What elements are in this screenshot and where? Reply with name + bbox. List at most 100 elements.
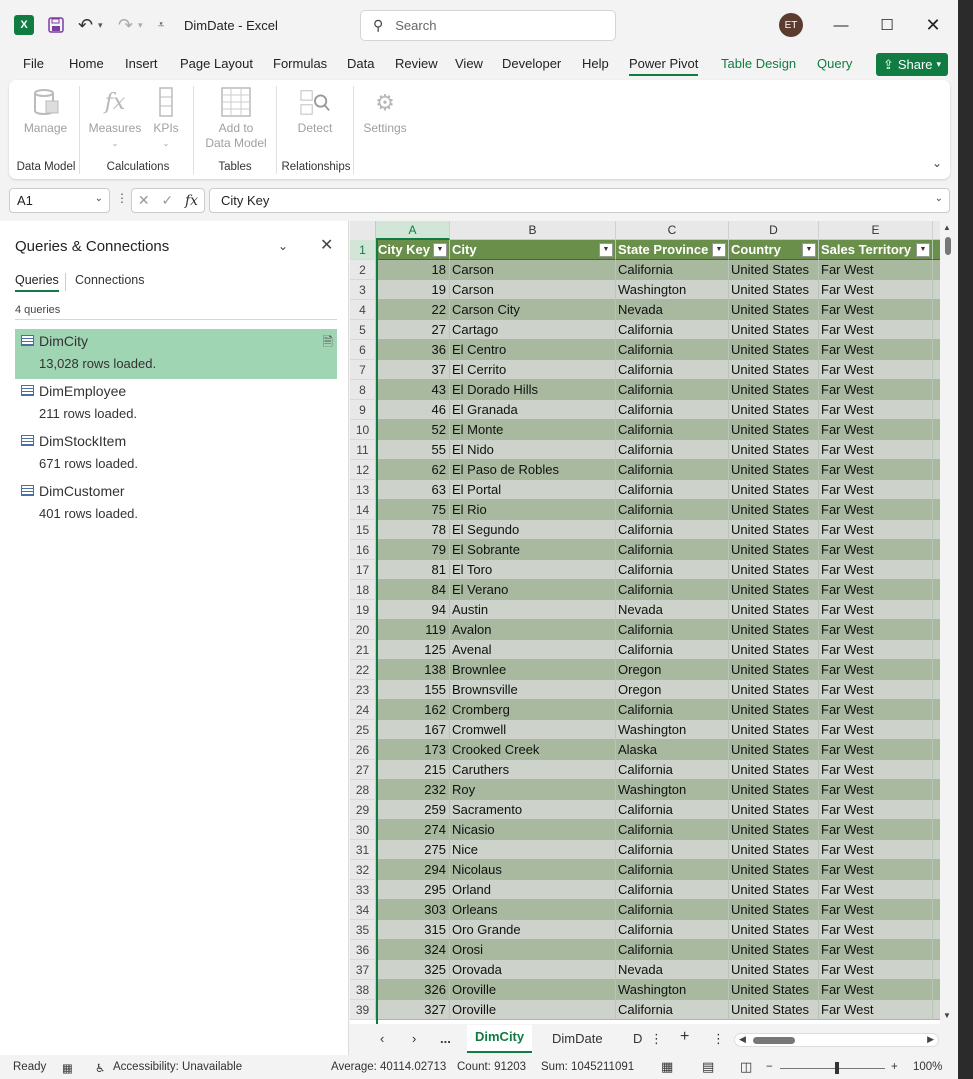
row-number[interactable]: 16 [350,540,376,560]
horizontal-scrollbar[interactable]: ◀ ▶ [734,1033,939,1047]
table-cell[interactable]: United States [729,700,819,720]
table-cell[interactable]: California [616,540,729,560]
page-break-view-icon[interactable]: ◫ [740,1059,752,1075]
row-number[interactable]: 11 [350,440,376,460]
table-cell[interactable]: California [616,560,729,580]
table-cell[interactable] [933,580,940,600]
accessibility-icon[interactable]: ♿ [95,1061,105,1075]
table-cell[interactable]: United States [729,600,819,620]
query-item-dimcustomer[interactable]: DimCustomer 401 rows loaded. [15,479,337,529]
table-cell[interactable]: 173 [376,740,450,760]
table-cell[interactable] [933,880,940,900]
table-cell[interactable]: United States [729,680,819,700]
column-header-cell[interactable]: Country ▼ [729,240,819,260]
table-cell[interactable]: Sacramento [450,800,616,820]
table-cell[interactable]: Far West [819,760,933,780]
table-cell[interactable] [933,980,940,1000]
more-options-icon[interactable]: ⋮ [116,191,128,205]
column-header-cell[interactable] [933,240,940,260]
check-icon[interactable]: ✓ [161,192,173,209]
table-cell[interactable]: 18 [376,260,450,280]
select-all-corner[interactable] [350,221,376,240]
table-cell[interactable]: United States [729,480,819,500]
tab-file[interactable]: File [23,56,44,71]
table-cell[interactable]: Far West [819,900,933,920]
table-cell[interactable]: Far West [819,980,933,1000]
row-number[interactable]: 15 [350,520,376,540]
table-cell[interactable]: 62 [376,460,450,480]
table-cell[interactable]: Orland [450,880,616,900]
row-number[interactable]: 33 [350,880,376,900]
table-cell[interactable] [933,660,940,680]
table-cell[interactable] [933,720,940,740]
tab-data[interactable]: Data [347,56,374,71]
filter-dropdown-icon[interactable]: ▼ [916,243,930,257]
table-cell[interactable] [933,540,940,560]
maximize-button[interactable]: ☐ [864,0,910,50]
table-cell[interactable]: United States [729,720,819,740]
row-number[interactable]: 13 [350,480,376,500]
table-cell[interactable]: Carson [450,260,616,280]
row-number[interactable]: 3 [350,280,376,300]
table-cell[interactable]: United States [729,440,819,460]
table-cell[interactable] [933,780,940,800]
table-cell[interactable] [933,900,940,920]
table-cell[interactable]: 63 [376,480,450,500]
row-number[interactable]: 2 [350,260,376,280]
table-cell[interactable]: 94 [376,600,450,620]
row-number[interactable]: 21 [350,640,376,660]
table-cell[interactable]: El Segundo [450,520,616,540]
table-cell[interactable]: Far West [819,880,933,900]
table-cell[interactable]: Far West [819,400,933,420]
row-number[interactable]: 4 [350,300,376,320]
table-cell[interactable]: California [616,520,729,540]
zoom-out-icon[interactable]: − [766,1061,773,1073]
row-number[interactable]: 12 [350,460,376,480]
table-cell[interactable]: 27 [376,320,450,340]
status-average[interactable]: Average: 40114.02713 [331,1061,446,1073]
table-cell[interactable]: Far West [819,960,933,980]
column-header-cell[interactable]: City Key ▼ [376,240,450,260]
table-cell[interactable]: Brownlee [450,660,616,680]
row-number[interactable]: 29 [350,800,376,820]
table-cell[interactable]: United States [729,400,819,420]
table-cell[interactable]: 19 [376,280,450,300]
table-cell[interactable]: United States [729,460,819,480]
measures-button[interactable]: fx Measures ⌄ [87,86,143,151]
table-cell[interactable]: 55 [376,440,450,460]
query-item-dimstockitem[interactable]: DimStockItem 671 rows loaded. [15,429,337,479]
table-cell[interactable] [933,360,940,380]
table-cell[interactable]: Far West [819,560,933,580]
table-cell[interactable] [933,300,940,320]
row-number[interactable]: 1 [350,240,376,260]
table-cell[interactable]: United States [729,860,819,880]
table-cell[interactable]: Cromberg [450,700,616,720]
table-cell[interactable]: 43 [376,380,450,400]
table-cell[interactable] [933,820,940,840]
row-number[interactable]: 26 [350,740,376,760]
table-cell[interactable]: Far West [819,680,933,700]
table-cell[interactable]: Far West [819,460,933,480]
table-cell[interactable]: Far West [819,520,933,540]
table-cell[interactable]: California [616,320,729,340]
add-sheet-icon[interactable]: + [680,1028,689,1046]
table-cell[interactable]: Crooked Creek [450,740,616,760]
name-box[interactable]: A1 ⌄ [9,188,110,213]
redo-icon[interactable]: ↷ [118,0,133,50]
row-number[interactable]: 6 [350,340,376,360]
row-number[interactable]: 39 [350,1000,376,1020]
table-cell[interactable]: Austin [450,600,616,620]
table-cell[interactable]: 52 [376,420,450,440]
table-cell[interactable]: Orleans [450,900,616,920]
table-cell[interactable]: El Dorado Hills [450,380,616,400]
table-cell[interactable] [933,500,940,520]
table-cell[interactable] [933,840,940,860]
settings-button[interactable]: ⚙ Settings [359,86,411,136]
table-cell[interactable] [933,620,940,640]
row-number[interactable]: 14 [350,500,376,520]
row-number[interactable]: 18 [350,580,376,600]
table-cell[interactable]: 215 [376,760,450,780]
column-header-cell[interactable]: City ▼ [450,240,616,260]
table-cell[interactable]: United States [729,320,819,340]
row-number[interactable]: 32 [350,860,376,880]
